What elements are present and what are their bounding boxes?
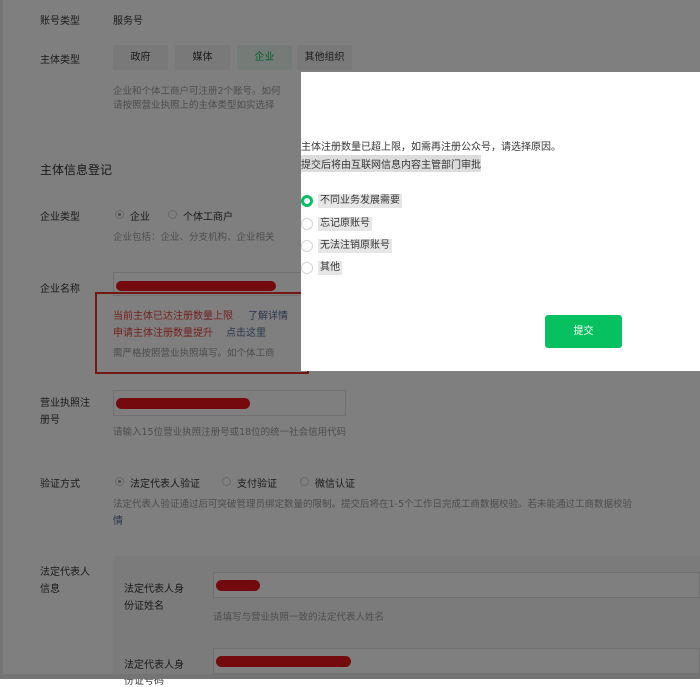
- reason-other-radio[interactable]: [301, 262, 313, 274]
- reason-business-radio[interactable]: [301, 195, 313, 207]
- reason-dialog: 主体注册数量已超上限，如需再注册公众号，请选择原因。 提交后将由互联网信息内容主…: [301, 72, 700, 371]
- reason-forgot-radio[interactable]: [301, 218, 313, 230]
- reason-cannot-cancel-radio[interactable]: [301, 240, 313, 252]
- dialog-message-line1: 主体注册数量已超上限，如需再注册公众号，请选择原因。: [301, 142, 561, 153]
- reason-cannot-cancel-label: 无法注销原账号: [318, 239, 392, 253]
- reason-other-label: 其他: [318, 261, 342, 275]
- reason-forgot-label: 忘记原账号: [318, 217, 372, 231]
- reason-business-label: 不同业务发展需要: [318, 194, 402, 208]
- dialog-message-line2: 提交后将由互联网信息内容主管部门审批: [301, 155, 481, 172]
- submit-button[interactable]: 提交: [545, 315, 622, 348]
